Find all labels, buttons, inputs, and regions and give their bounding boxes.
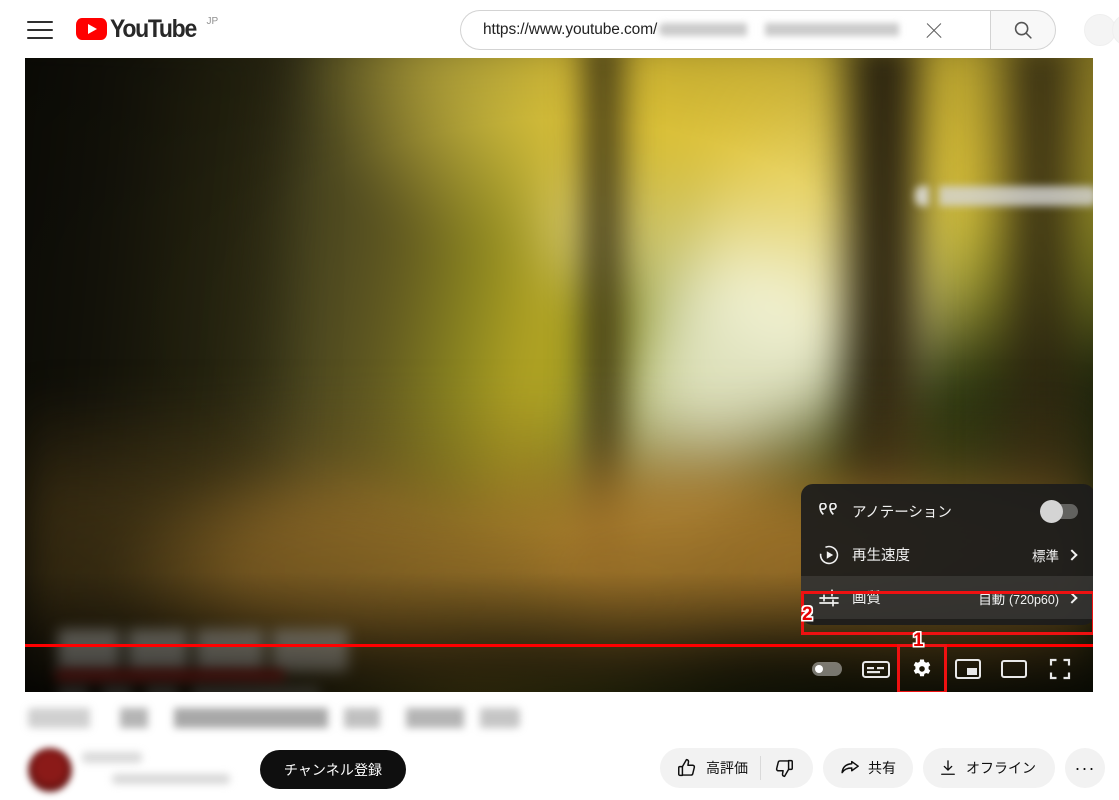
settings-menu-item-value-group: 自動 (720p60) [978, 588, 1078, 608]
quality-value-group: 自動 (720p60) [978, 588, 1059, 608]
video-title [28, 708, 520, 728]
settings-button[interactable] [897, 644, 947, 692]
player-controls [25, 644, 1093, 692]
search-input-value: https://www.youtube.com/ [483, 21, 658, 38]
chevron-right-icon [1066, 548, 1078, 561]
settings-menu-item-label: 再生速度 [852, 548, 910, 564]
chevron-right-icon [1066, 591, 1078, 604]
subscribe-button[interactable]: チャンネル登録 [260, 750, 406, 789]
miniplayer-button[interactable] [945, 646, 991, 692]
settings-menu-item-quality[interactable]: 画質 自動 (720p60) [801, 576, 1093, 619]
settings-menu-item-label: アノテーション [852, 505, 952, 521]
playback-speed-value: 標準 [1032, 548, 1059, 564]
annotation-marker-2: 2 [802, 604, 813, 625]
gear-icon [910, 657, 934, 681]
share-button-label: 共有 [868, 760, 896, 776]
video-actions: 高評価 共有 オフライン ··· [660, 748, 1105, 788]
annotation-marker-1: 1 [913, 630, 924, 651]
settings-menu-item-value-group: 標準 [1032, 545, 1078, 565]
search-input-redacted-value [659, 23, 912, 36]
quality-icon [818, 588, 846, 608]
settings-menu-item-annotations[interactable]: アノテーション [801, 490, 1093, 533]
search-input[interactable]: https://www.youtube.com/ [460, 10, 990, 50]
thumbs-up-icon [676, 757, 698, 779]
quality-value: 自動 [978, 591, 1006, 607]
top-right-button-2[interactable] [1112, 14, 1119, 46]
fullscreen-icon [1048, 657, 1072, 681]
subtitles-button[interactable] [853, 646, 899, 692]
logo-text: YouTube [110, 15, 197, 43]
autoplay-toggle[interactable] [801, 646, 853, 692]
subtitles-icon [862, 659, 890, 679]
avatar[interactable] [28, 748, 72, 792]
settings-menu: アノテーション 再生速度 標準 画質 自動 (720p60) [801, 484, 1093, 625]
settings-menu-item-playback-speed[interactable]: 再生速度 標準 [801, 533, 1093, 576]
miniplayer-icon [955, 658, 981, 680]
search-icon [1012, 19, 1034, 41]
video-player[interactable]: アノテーション 再生速度 標準 画質 自動 (720p60) 2 1 [25, 58, 1093, 692]
offline-button-label: オフライン [966, 760, 1036, 776]
offline-button[interactable]: オフライン [923, 748, 1055, 788]
dislike-button[interactable] [773, 757, 799, 779]
download-icon [938, 757, 958, 779]
search-button[interactable] [990, 10, 1056, 50]
youtube-logo[interactable]: YouTube JP [76, 15, 218, 45]
channel-name[interactable] [82, 752, 142, 763]
share-icon [838, 757, 860, 779]
hamburger-icon[interactable] [27, 18, 53, 42]
divider [760, 756, 761, 780]
annotations-icon [818, 502, 846, 521]
like-button[interactable]: 高評価 [676, 757, 748, 779]
close-icon[interactable] [924, 21, 944, 41]
like-button-label: 高評価 [706, 760, 748, 776]
play-icon [76, 18, 107, 40]
video-meta-section: チャンネル登録 高評価 共有 オフライン ··· [0, 700, 1119, 800]
more-button[interactable]: ··· [1065, 748, 1105, 788]
theater-button[interactable] [991, 646, 1037, 692]
thumbs-down-icon [773, 757, 795, 779]
annotations-toggle[interactable] [1040, 500, 1078, 523]
fullscreen-button[interactable] [1037, 646, 1083, 692]
share-button[interactable]: 共有 [823, 748, 913, 788]
playback-speed-icon [818, 544, 846, 566]
search-area: https://www.youtube.com/ [460, 10, 1056, 50]
player-controls-right [801, 644, 1083, 692]
browser-top-bar: YouTube JP https://www.youtube.com/ [0, 0, 1119, 60]
video-overlay-text-top-right [915, 186, 1093, 206]
like-dislike-group: 高評価 [660, 748, 813, 788]
quality-value-detail: (720p60) [1008, 592, 1059, 607]
logo-country-code: JP [206, 16, 219, 27]
more-horizontal-icon: ··· [1074, 757, 1096, 778]
theater-icon [1001, 658, 1027, 680]
subscribe-button-label: チャンネル登録 [283, 761, 383, 778]
channel-subscriber-count [112, 774, 230, 784]
youtube-page: YouTube JP https://www.youtube.com/ アノテー… [0, 0, 1119, 800]
settings-menu-item-label: 画質 [852, 591, 881, 607]
